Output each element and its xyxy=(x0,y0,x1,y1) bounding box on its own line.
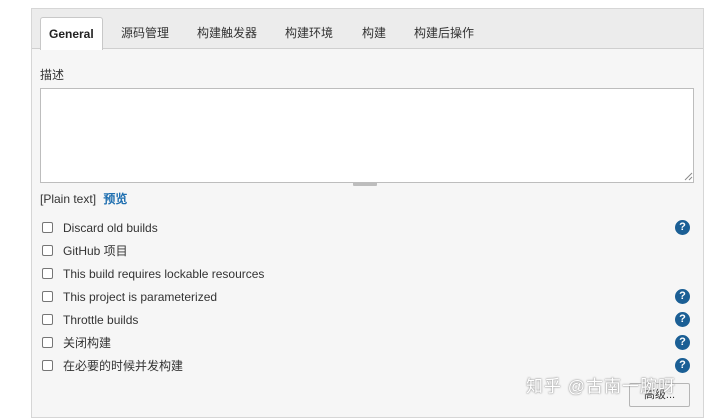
option-label[interactable]: 在必要的时候并发构建 xyxy=(63,357,183,375)
config-tab-bar: General 源码管理 构建触发器 构建环境 构建 构建后操作 xyxy=(32,9,703,50)
tab-build-triggers[interactable]: 构建触发器 xyxy=(197,19,257,49)
help-icon[interactable]: ? xyxy=(675,220,690,235)
discard-old-builds-checkbox[interactable] xyxy=(42,222,53,233)
option-label[interactable]: Throttle builds xyxy=(63,311,138,329)
help-icon[interactable]: ? xyxy=(675,358,690,373)
resize-handle-icon[interactable] xyxy=(684,172,693,181)
github-project-checkbox[interactable] xyxy=(42,245,53,256)
parameterized-checkbox[interactable] xyxy=(42,291,53,302)
throttle-builds-checkbox[interactable] xyxy=(42,314,53,325)
concurrent-builds-checkbox[interactable] xyxy=(42,360,53,371)
lockable-resources-checkbox[interactable] xyxy=(42,268,53,279)
tab-build[interactable]: 构建 xyxy=(362,19,386,49)
help-icon[interactable]: ? xyxy=(675,289,690,304)
option-label[interactable]: Discard old builds xyxy=(63,219,158,237)
description-label: 描述 xyxy=(40,68,65,82)
zhihu-watermark: 知乎 @古南一腕呀 xyxy=(526,377,676,396)
help-icon[interactable]: ? xyxy=(675,335,690,350)
tab-build-environment[interactable]: 构建环境 xyxy=(285,19,333,49)
option-label[interactable]: 关闭构建 xyxy=(63,334,111,352)
tab-post-build-actions[interactable]: 构建后操作 xyxy=(414,19,474,49)
help-icon[interactable]: ? xyxy=(675,312,690,327)
markup-format-row: [Plain text] 预览 xyxy=(40,190,127,207)
option-label[interactable]: This build requires lockable resources xyxy=(63,265,264,283)
tab-source-code-management[interactable]: 源码管理 xyxy=(121,19,169,49)
option-label[interactable]: This project is parameterized xyxy=(63,288,217,306)
tab-general[interactable]: General xyxy=(40,17,103,50)
option-label[interactable]: GitHub 项目 xyxy=(63,242,128,260)
description-textarea[interactable] xyxy=(40,88,694,183)
preview-link[interactable]: 预览 xyxy=(103,192,127,206)
disable-build-checkbox[interactable] xyxy=(42,337,53,348)
markup-format-text: [Plain text] xyxy=(40,192,97,206)
textarea-expand-grip[interactable] xyxy=(353,182,377,186)
